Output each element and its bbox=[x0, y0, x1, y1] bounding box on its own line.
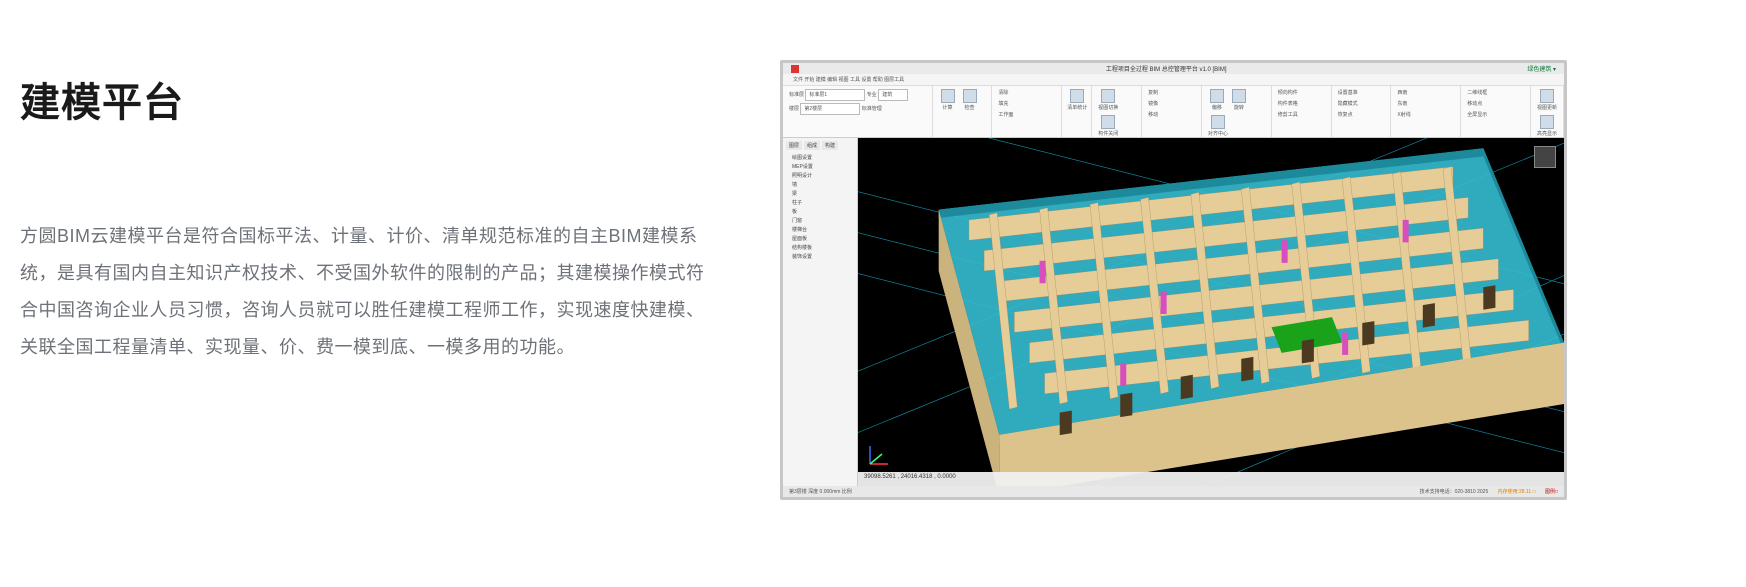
view-cube[interactable] bbox=[1534, 146, 1556, 168]
ribbon-close-btn[interactable]: 构件关闭 bbox=[1098, 115, 1118, 137]
highlight-icon bbox=[1540, 115, 1554, 129]
ribbon-globalshow-btn[interactable]: 全屏显示 bbox=[1467, 111, 1524, 118]
ribbon-componly-btn[interactable]: 构件表格 bbox=[1278, 100, 1325, 107]
description-paragraph: 方圆BIM云建模平台是符合国标平法、计量、计价、清单规范标准的自主BIM建模系统… bbox=[20, 218, 720, 366]
tree-item[interactable]: 墙 bbox=[786, 180, 854, 189]
ribbon-elevw-btn[interactable]: 西南 bbox=[1397, 89, 1454, 96]
status-legend: 图例□ bbox=[1545, 489, 1558, 495]
reload-icon bbox=[1540, 89, 1554, 103]
viewport-3d[interactable]: 39098.5261 , 24016.4318 , 0.0000 bbox=[858, 138, 1564, 486]
ribbon-fill-btn[interactable]: 填充 bbox=[998, 100, 1055, 107]
ribbon-viewctrl-btn[interactable]: 视图切换 bbox=[1098, 89, 1118, 111]
app-title-right[interactable]: 绿色建筑 ▾ bbox=[1527, 64, 1556, 73]
ribbon-calc-btn[interactable]: 计算 bbox=[939, 89, 957, 111]
coords-bar: 39098.5261 , 24016.4318 , 0.0000 bbox=[858, 472, 1564, 486]
ribbon-move-btn[interactable]: 移动 bbox=[1148, 111, 1195, 118]
ribbon-mirror-btn[interactable]: 镜像 bbox=[1148, 100, 1195, 107]
status-bar: 第3层楼 深度 0.000mm 比例 技术支持电话：020-3810 2025 … bbox=[783, 486, 1564, 497]
app-titlebar: 工程项目全过程 BIM 总控管理平台 v1.0 [BIM] 绿色建筑 ▾ bbox=[783, 63, 1564, 74]
text-column: 建模平台 方圆BIM云建模平台是符合国标平法、计量、计价、清单规范标准的自主BI… bbox=[20, 70, 720, 366]
axis-gizmo bbox=[866, 442, 892, 468]
dropdown-label: 楼层 bbox=[789, 106, 799, 112]
tree-item[interactable]: 板 bbox=[786, 207, 854, 216]
ribbon-workplane-btn[interactable]: 工作面 bbox=[998, 111, 1055, 118]
status-memory: 内存使用:28.11 □ bbox=[1498, 489, 1536, 495]
tree-tab-layers[interactable]: 图层 bbox=[786, 141, 802, 150]
ribbon-xray-btn[interactable]: X射线 bbox=[1397, 111, 1454, 118]
page-heading: 建模平台 bbox=[20, 70, 720, 128]
tree-item[interactable]: MEP设置 bbox=[786, 162, 854, 171]
tree-item[interactable]: 梁 bbox=[786, 189, 854, 198]
tree-item[interactable]: 屋面板 bbox=[786, 234, 854, 243]
ribbon-viewreload-btn[interactable]: 视图更新 bbox=[1537, 89, 1557, 111]
app-menubar[interactable]: 文件 开始 建模 编辑 视图 工具 设置 帮助 图层工具 bbox=[783, 74, 1564, 86]
offset-icon bbox=[1210, 89, 1224, 103]
tree-tab-compose[interactable]: 组成 bbox=[804, 141, 820, 150]
ribbon-align-btn[interactable]: 对齐中心 bbox=[1208, 115, 1228, 137]
ribbon-clear-btn[interactable]: 清除 bbox=[998, 89, 1055, 96]
ribbon-2dwire-btn[interactable]: 二维线框 bbox=[1467, 89, 1524, 96]
ribbon-manage-btn[interactable]: 标准管理 bbox=[862, 106, 882, 112]
ribbon-offset-btn[interactable]: 偏移 bbox=[1208, 89, 1226, 111]
ribbon-elevs-btn[interactable]: 东南 bbox=[1397, 100, 1454, 107]
tree-item[interactable]: 门窗 bbox=[786, 216, 854, 225]
tree-item[interactable]: 照明设计 bbox=[786, 171, 854, 180]
check-icon bbox=[963, 89, 977, 103]
close-icon bbox=[1101, 115, 1115, 129]
dropdown-label: 专业 bbox=[867, 92, 877, 98]
ribbon-movepoint-btn[interactable]: 移动点 bbox=[1467, 100, 1524, 107]
tree-tab-build[interactable]: 构建 bbox=[822, 141, 838, 150]
calc-icon bbox=[941, 89, 955, 103]
app-screenshot: 工程项目全过程 BIM 总控管理平台 v1.0 [BIM] 绿色建筑 ▾ 文件 … bbox=[780, 60, 1567, 500]
level-dropdown[interactable]: 第2楼层 bbox=[800, 103, 860, 115]
tree-item[interactable]: 柱子 bbox=[786, 198, 854, 207]
tree-panel[interactable]: 图层 组成 构建 绘图设置 MEP设置 照明设计 墙 梁 柱子 板 门窗 楼梯台… bbox=[783, 138, 858, 486]
dropdown-label: 标准层 bbox=[789, 92, 804, 98]
discipline-dropdown[interactable]: 建筑 bbox=[878, 89, 908, 101]
floor-dropdown[interactable]: 标准层1 bbox=[805, 89, 865, 101]
app-title: 工程项目全过程 BIM 总控管理平台 v1.0 [BIM] bbox=[805, 64, 1527, 73]
stats-icon bbox=[1070, 89, 1084, 103]
app-ribbon: 标准层 标准层1 专业 建筑 楼层 第2楼层 标准管理 计算 检查 bbox=[783, 86, 1564, 138]
ribbon-trim-btn[interactable]: 修剪工具 bbox=[1278, 111, 1325, 118]
ribbon-stats-btn[interactable]: 清单统计 bbox=[1068, 89, 1086, 111]
building-model-svg bbox=[858, 138, 1564, 486]
ribbon-hidemode-btn[interactable]: 隐藏模式 bbox=[1338, 100, 1385, 107]
ribbon-setbase-btn[interactable]: 设置基准 bbox=[1338, 89, 1385, 96]
tree-item[interactable]: 绘图设置 bbox=[786, 153, 854, 162]
tree-item[interactable]: 结构楼板 bbox=[786, 243, 854, 252]
rotate-icon bbox=[1232, 89, 1246, 103]
tree-item[interactable]: 楼梯台 bbox=[786, 225, 854, 234]
tree-items: 绘图设置 MEP设置 照明设计 墙 梁 柱子 板 门窗 楼梯台 屋面板 结构楼板… bbox=[786, 153, 854, 261]
ribbon-rotate-btn[interactable]: 旋转 bbox=[1230, 89, 1248, 111]
ribbon-check-btn[interactable]: 检查 bbox=[961, 89, 979, 111]
status-mid: 技术支持电话：020-3810 2025 bbox=[1420, 489, 1489, 495]
ribbon-copy-btn[interactable]: 复制 bbox=[1148, 89, 1195, 96]
viewctrl-icon bbox=[1101, 89, 1115, 103]
ribbon-array-btn[interactable]: 倾向构件 bbox=[1278, 89, 1325, 96]
app-body: 图层 组成 构建 绘图设置 MEP设置 照明设计 墙 梁 柱子 板 门窗 楼梯台… bbox=[783, 138, 1564, 486]
status-left: 第3层楼 深度 0.000mm 比例 bbox=[789, 488, 852, 495]
tree-item[interactable]: 装饰设置 bbox=[786, 252, 854, 261]
ribbon-highlight-btn[interactable]: 高亮显示 bbox=[1537, 115, 1557, 137]
align-icon bbox=[1211, 115, 1225, 129]
ribbon-restore-btn[interactable]: 恢复点 bbox=[1338, 111, 1385, 118]
app-logo-icon bbox=[791, 65, 799, 73]
